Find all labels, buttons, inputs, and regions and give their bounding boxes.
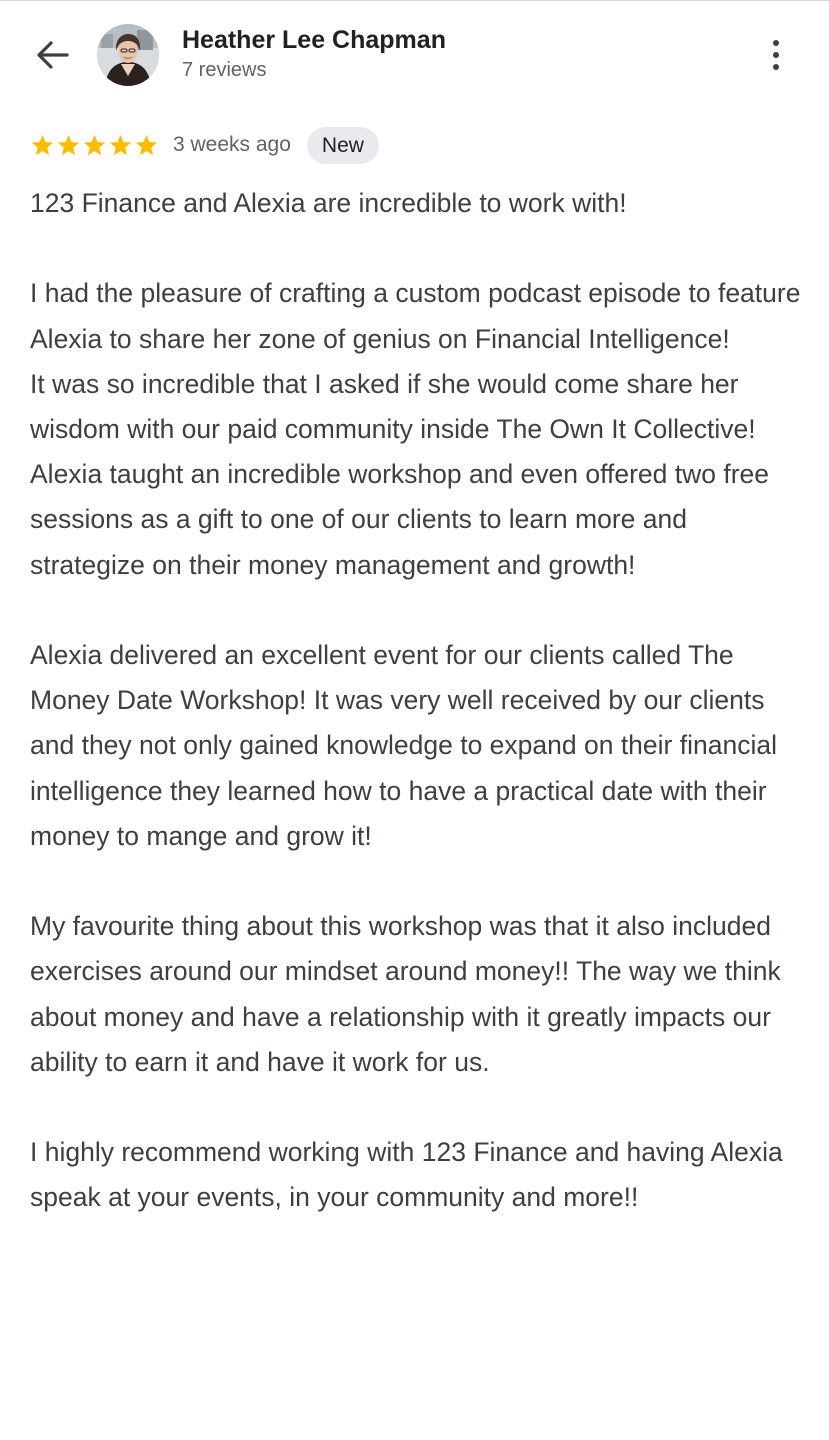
more-vertical-icon [773,40,779,70]
new-badge: New [306,126,379,164]
review-paragraph: Alexia delivered an excellent event for … [30,640,777,851]
more-options-button[interactable] [756,33,796,77]
star-icon [83,134,106,155]
star-rating [30,133,159,158]
reviewer-name[interactable]: Heather Lee Chapman [182,26,446,55]
review-text: 123 Finance and Alexia are incredible to… [30,181,805,1221]
review-paragraph: 123 Finance and Alexia are incredible to… [30,188,627,218]
review-paragraph: My favourite thing about this workshop w… [30,911,781,1077]
review-time: 3 weeks ago [173,133,291,156]
review-paragraph: I highly recommend working with 123 Fina… [30,1137,783,1213]
review-detail-screen: Heather Lee Chapman 7 reviews 3 weeks ag… [0,0,829,1440]
star-icon [31,134,54,155]
star-icon [57,134,80,155]
avatar[interactable] [97,24,159,86]
reviewer-review-count: 7 reviews [182,59,267,81]
review-meta-row: 3 weeks ago New [30,126,379,164]
reviewer-photo [97,24,159,86]
back-button[interactable] [30,33,74,77]
review-header: Heather Lee Chapman 7 reviews [0,1,829,111]
star-icon [135,134,158,155]
arrow-left-icon [37,41,69,69]
review-paragraph: I had the pleasure of crafting a custom … [30,278,801,580]
star-icon [109,134,132,155]
